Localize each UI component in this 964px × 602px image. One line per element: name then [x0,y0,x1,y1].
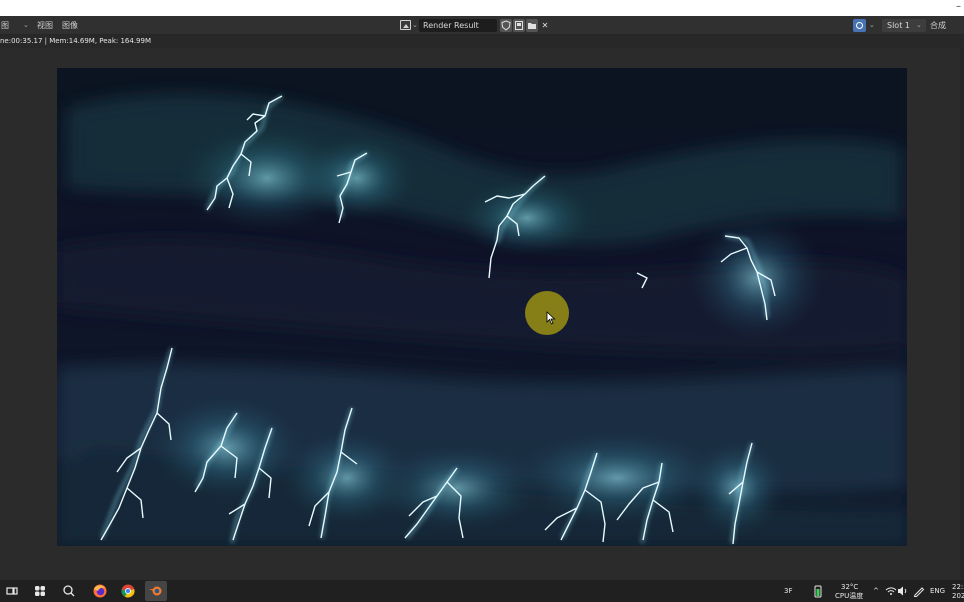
battery-icon[interactable] [810,583,826,599]
volume-icon[interactable] [895,583,911,599]
image-name-field[interactable]: Render Result [419,19,497,32]
chevron-down-icon[interactable]: ⌄ [869,16,875,35]
blender-taskbar-button[interactable] [145,581,167,601]
image-icon[interactable] [400,20,411,30]
clock-time[interactable]: 22:3 [952,583,964,591]
render-info-bar: ne:00:35.17 | Mem:14.69M, Peak: 164.99M [0,35,964,48]
widgets-icon[interactable] [32,583,48,599]
new-image-icon[interactable] [513,19,525,32]
chevron-down-icon[interactable]: ⌄ [916,16,922,35]
lightning-storm-render [57,68,907,546]
fake-user-shield-icon[interactable] [500,19,512,32]
composite-label[interactable]: 合成 [930,16,946,35]
render-stats-text: ne:00:35.17 | Mem:14.69M, Peak: 164.99M [0,37,152,45]
weather-temp[interactable]: 3F [784,587,792,595]
cpu-temp-label: CPU温度 [835,592,864,600]
language-indicator[interactable]: ENG [930,587,945,595]
render-slots-icon[interactable] [853,19,866,32]
firefox-icon[interactable] [92,583,108,599]
chevron-down-icon[interactable]: ⌄ [412,16,418,35]
chrome-icon[interactable] [120,583,136,599]
chevron-down-icon[interactable]: ⌄ [23,16,29,35]
mouse-pointer-icon [546,311,556,325]
menu-view[interactable]: 视图 [37,16,53,35]
chevron-up-icon[interactable]: ^ [873,587,879,595]
menu-view-partial[interactable]: 图 [1,16,9,35]
minimize-button[interactable]: – [956,0,961,14]
window-titlebar: – [0,0,964,16]
search-icon[interactable] [61,583,77,599]
pen-icon[interactable] [911,583,927,599]
slot-label: Slot 1 [887,21,910,30]
image-editor-area[interactable] [0,48,964,580]
close-icon[interactable]: ✕ [539,19,551,32]
menu-image[interactable]: 图像 [62,16,78,35]
taskbar: 3F 32°C CPU温度 ^ ENG 22:3 202 [0,580,964,602]
clock-date[interactable]: 202 [952,592,964,600]
open-folder-icon[interactable] [526,19,538,32]
blender-icon [149,586,162,596]
task-view-icon[interactable] [4,583,20,599]
cpu-temp[interactable]: 32°C [841,583,858,591]
image-editor-header: 图 ⌄ 视图 图像 ⌄ Render Result ✕ ⌄ Slot 1 ⌄ 合… [0,16,964,35]
